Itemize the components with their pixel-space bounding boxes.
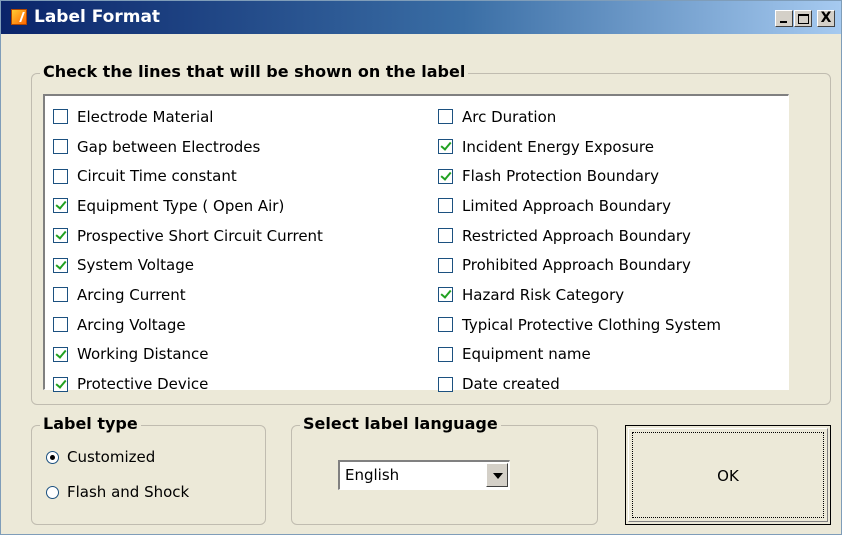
- checklist-item[interactable]: Working Distance: [53, 340, 323, 370]
- chevron-down-icon[interactable]: [486, 463, 508, 487]
- language-legend: Select label language: [300, 414, 501, 433]
- checkbox[interactable]: [53, 376, 68, 392]
- checklist-item-label: Electrode Material: [77, 107, 214, 126]
- checkbox[interactable]: [438, 257, 453, 273]
- label-type-legend: Label type: [40, 414, 141, 433]
- checklist-item-label: System Voltage: [77, 256, 194, 275]
- radio-customized[interactable]: Customized: [46, 448, 155, 466]
- checkbox[interactable]: [53, 346, 68, 362]
- label-format-window: Label Format X Check the lines that will…: [0, 0, 842, 535]
- close-icon: X: [820, 10, 832, 26]
- checklist-item-label: Circuit Time constant: [77, 167, 237, 186]
- checkbox[interactable]: [438, 346, 453, 362]
- label-type-groupbox: Label type Customized Flash and Shock: [31, 414, 266, 525]
- checklist-column-right: Arc Duration Incident Energy Exposure Flas…: [438, 102, 721, 399]
- checklist-item[interactable]: Typical Protective Clothing System: [438, 310, 721, 340]
- app-icon: [11, 9, 27, 25]
- checkbox[interactable]: [438, 198, 453, 214]
- checkbox[interactable]: [53, 109, 68, 125]
- language-dropdown[interactable]: English: [338, 460, 510, 490]
- checklist-item-label: Incident Energy Exposure: [462, 137, 654, 156]
- radio-flash-and-shock-label: Flash and Shock: [67, 483, 190, 501]
- checklist-item-label: Equipment name: [462, 345, 591, 364]
- close-button[interactable]: X: [817, 10, 835, 27]
- checklist-item[interactable]: Arcing Current: [53, 280, 323, 310]
- checklist-item-label: Date created: [462, 375, 560, 394]
- checklist-item-label: Working Distance: [77, 345, 209, 364]
- radio-flash-and-shock[interactable]: Flash and Shock: [46, 483, 189, 501]
- checklist-item[interactable]: Hazard Risk Category: [438, 280, 721, 310]
- ok-button[interactable]: OK: [625, 425, 831, 525]
- checklist-item[interactable]: Date created: [438, 369, 721, 399]
- checklist-item[interactable]: Equipment Type ( Open Air): [53, 191, 323, 221]
- checkbox[interactable]: [438, 109, 453, 125]
- checklist-item[interactable]: Protective Device: [53, 369, 323, 399]
- checklist-item[interactable]: Limited Approach Boundary: [438, 191, 721, 221]
- checklist-item[interactable]: Equipment name: [438, 340, 721, 370]
- checkbox[interactable]: [53, 257, 68, 273]
- checklist-item[interactable]: Incident Energy Exposure: [438, 132, 721, 162]
- lines-checklist: Electrode Material Gap between Electrodes…: [43, 94, 789, 393]
- checkbox[interactable]: [53, 287, 68, 303]
- checklist-item-label: Protective Device: [77, 375, 209, 394]
- checkbox[interactable]: [438, 317, 453, 333]
- checklist-item-label: Restricted Approach Boundary: [462, 226, 691, 245]
- checklist-item-label: Limited Approach Boundary: [462, 196, 671, 215]
- checklist-item[interactable]: Electrode Material: [53, 102, 323, 132]
- checklist-column-left: Electrode Material Gap between Electrodes…: [53, 102, 323, 399]
- checklist-item-label: Gap between Electrodes: [77, 137, 261, 156]
- checkbox[interactable]: [438, 168, 453, 184]
- maximize-button[interactable]: [794, 10, 812, 27]
- minimize-button[interactable]: [775, 10, 793, 27]
- checklist-item[interactable]: Restricted Approach Boundary: [438, 221, 721, 251]
- checkbox[interactable]: [53, 317, 68, 333]
- checklist-item[interactable]: Flash Protection Boundary: [438, 161, 721, 191]
- checklist-item[interactable]: System Voltage: [53, 250, 323, 280]
- checklist-item[interactable]: Prohibited Approach Boundary: [438, 250, 721, 280]
- checklist-item-label: Arc Duration: [462, 107, 557, 126]
- checkbox[interactable]: [438, 287, 453, 303]
- checkbox[interactable]: [438, 139, 453, 155]
- checklist-item-label: Flash Protection Boundary: [462, 167, 659, 186]
- checkbox[interactable]: [53, 198, 68, 214]
- checklist-item-label: Prohibited Approach Boundary: [462, 256, 691, 275]
- checkbox[interactable]: [438, 228, 453, 244]
- checkbox[interactable]: [53, 228, 68, 244]
- radio-customized-button[interactable]: [46, 450, 59, 464]
- checklist-item[interactable]: Gap between Electrodes: [53, 132, 323, 162]
- checkbox[interactable]: [53, 139, 68, 155]
- title-bar[interactable]: Label Format X: [1, 1, 841, 34]
- lines-group-legend: Check the lines that will be shown on th…: [40, 62, 469, 81]
- language-groupbox: Select label language English: [291, 414, 598, 525]
- checkbox[interactable]: [438, 376, 453, 392]
- checklist-item[interactable]: Arc Duration: [438, 102, 721, 132]
- checklist-item-label: Arcing Voltage: [77, 315, 186, 334]
- checkbox[interactable]: [53, 168, 68, 184]
- radio-flash-and-shock-button[interactable]: [46, 485, 59, 499]
- checklist-item-label: Equipment Type ( Open Air): [77, 196, 285, 215]
- radio-customized-label: Customized: [67, 448, 156, 466]
- checklist-item[interactable]: Arcing Voltage: [53, 310, 323, 340]
- language-selected-value: English: [345, 466, 400, 484]
- checklist-item-label: Prospective Short Circuit Current: [77, 226, 323, 245]
- checklist-item-label: Arcing Current: [77, 285, 186, 304]
- window-title: Label Format: [34, 7, 161, 27]
- checklist-item-label: Typical Protective Clothing System: [462, 315, 721, 334]
- checklist-item-label: Hazard Risk Category: [462, 285, 625, 304]
- ok-button-label: OK: [717, 467, 739, 485]
- checklist-item[interactable]: Circuit Time constant: [53, 161, 323, 191]
- checklist-item[interactable]: Prospective Short Circuit Current: [53, 221, 323, 251]
